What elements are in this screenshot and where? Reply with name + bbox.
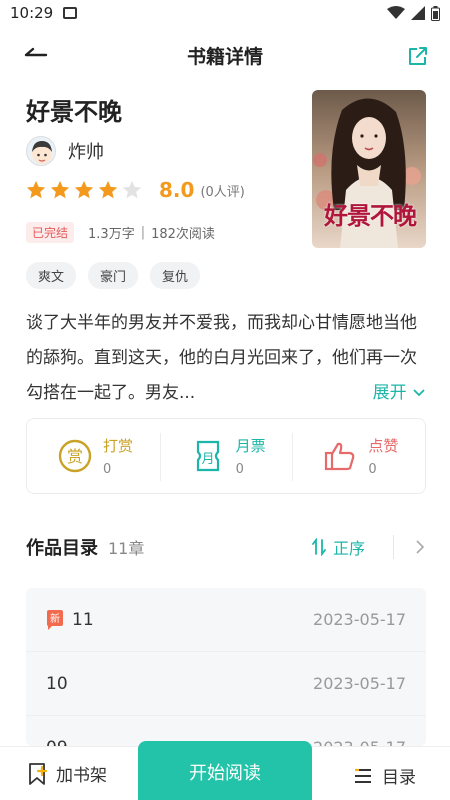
signal-icon (411, 6, 425, 20)
expand-label: 展开 (372, 383, 407, 403)
bottom-bar: 加书架 开始阅读 目录 (0, 741, 450, 800)
share-icon[interactable] (406, 44, 430, 68)
chapter-date: 2023-05-17 (313, 738, 406, 746)
status-time: 10:29 (10, 4, 54, 22)
like-button[interactable]: 点赞 0 (292, 419, 425, 493)
reward-count: 0 (103, 462, 112, 477)
star-empty-icon (122, 180, 142, 199)
author-avatar-icon (32, 141, 52, 164)
tag[interactable]: 豪门 (88, 262, 139, 289)
tag[interactable]: 复仇 (150, 262, 201, 289)
word-count: 1.3万字 (88, 227, 135, 242)
rating-count: (0人评) (200, 184, 245, 200)
svg-text:月: 月 (201, 452, 214, 467)
read-count: 182次阅读 (151, 227, 215, 242)
like-label: 点赞 (368, 437, 399, 455)
ticket-count: 0 (235, 462, 244, 477)
bookshelf-add-icon (29, 762, 48, 785)
reward-icon: 赏 (58, 439, 92, 473)
star-icon (74, 180, 94, 199)
wifi-icon (387, 6, 405, 19)
author-row[interactable]: 炸帅 (26, 136, 104, 166)
reward-label: 打赏 (103, 437, 134, 455)
list-item[interactable]: 新 11 2023-05-17 (26, 588, 426, 652)
book-title: 好景不晚 (26, 98, 122, 126)
chapter-name: 10 (46, 673, 68, 694)
action-panel: 赏 打赏 0 月 月票 0 点赞 0 (26, 418, 426, 494)
back-arrow-icon[interactable] (22, 44, 48, 66)
ticket-button[interactable]: 月 月票 0 (159, 419, 293, 493)
sort-icon (312, 538, 326, 556)
book-description: 谈了大半年的男友并不爱我，而我却心甘情愿地当他的舔狗。直到这天，他的白月光回来了… (26, 313, 417, 403)
author-name[interactable]: 炸帅 (68, 138, 104, 164)
toc-header: 作品目录 11章 正序 (26, 532, 426, 562)
meta-row: 已完结 1.3万字 | 182次阅读 (26, 222, 215, 243)
start-reading-button[interactable]: 开始阅读 (138, 741, 312, 800)
chevron-down-icon (413, 389, 425, 397)
new-badge-icon: 新 (47, 609, 63, 630)
rating-score: 8.0 (159, 178, 195, 202)
toc-label: 目录 (382, 768, 416, 788)
toc-button[interactable]: 目录 (354, 763, 416, 788)
add-shelf-label: 加书架 (56, 766, 107, 786)
star-icon (98, 180, 118, 199)
sort-label: 正序 (332, 539, 365, 558)
thumb-up-icon (325, 442, 355, 471)
chapter-count: 11章 (108, 539, 145, 558)
star-icon (50, 180, 70, 199)
reward-button[interactable]: 赏 打赏 0 (27, 419, 160, 493)
chapter-name: 11 (72, 609, 94, 630)
list-icon (355, 768, 371, 783)
image-notification-icon (63, 7, 78, 19)
page-title: 书籍详情 (186, 45, 263, 68)
expand-button[interactable]: 展开 (370, 376, 426, 411)
chapter-date: 2023-05-17 (313, 674, 406, 693)
meta-separator: | (140, 225, 146, 240)
svg-text:新: 新 (50, 612, 60, 625)
rating-row: 8.0 (0人评) (25, 178, 245, 202)
chapter-list: 新 11 2023-05-17 10 2023-05-17 09 2023-05… (26, 588, 426, 746)
status-bar: 10:29 (0, 0, 450, 26)
svg-text:赏: 赏 (67, 447, 83, 466)
list-item[interactable]: 10 2023-05-17 (26, 652, 426, 716)
avatar[interactable] (26, 136, 56, 166)
ticket-icon: 月 (196, 440, 219, 472)
cover-title: 好景不晚 (324, 201, 417, 230)
star-icon (26, 180, 46, 199)
chevron-right-icon[interactable] (414, 538, 426, 556)
ticket-label: 月票 (235, 437, 266, 455)
chapter-name: 09 (46, 738, 68, 747)
tag[interactable]: 爽文 (26, 262, 77, 289)
status-badge: 已完结 (26, 222, 75, 243)
nav-bar: 书籍详情 (0, 32, 450, 78)
like-count: 0 (368, 462, 377, 477)
tag-list: 爽文 豪门 复仇 (26, 262, 201, 289)
add-to-shelf-button[interactable]: 加书架 (28, 761, 107, 786)
toc-divider (393, 535, 394, 559)
status-icons (387, 5, 440, 21)
toc-title: 作品目录 (26, 538, 98, 559)
chapter-date: 2023-05-17 (313, 610, 406, 629)
battery-icon (431, 5, 440, 21)
sort-button[interactable]: 正序 (311, 535, 365, 559)
